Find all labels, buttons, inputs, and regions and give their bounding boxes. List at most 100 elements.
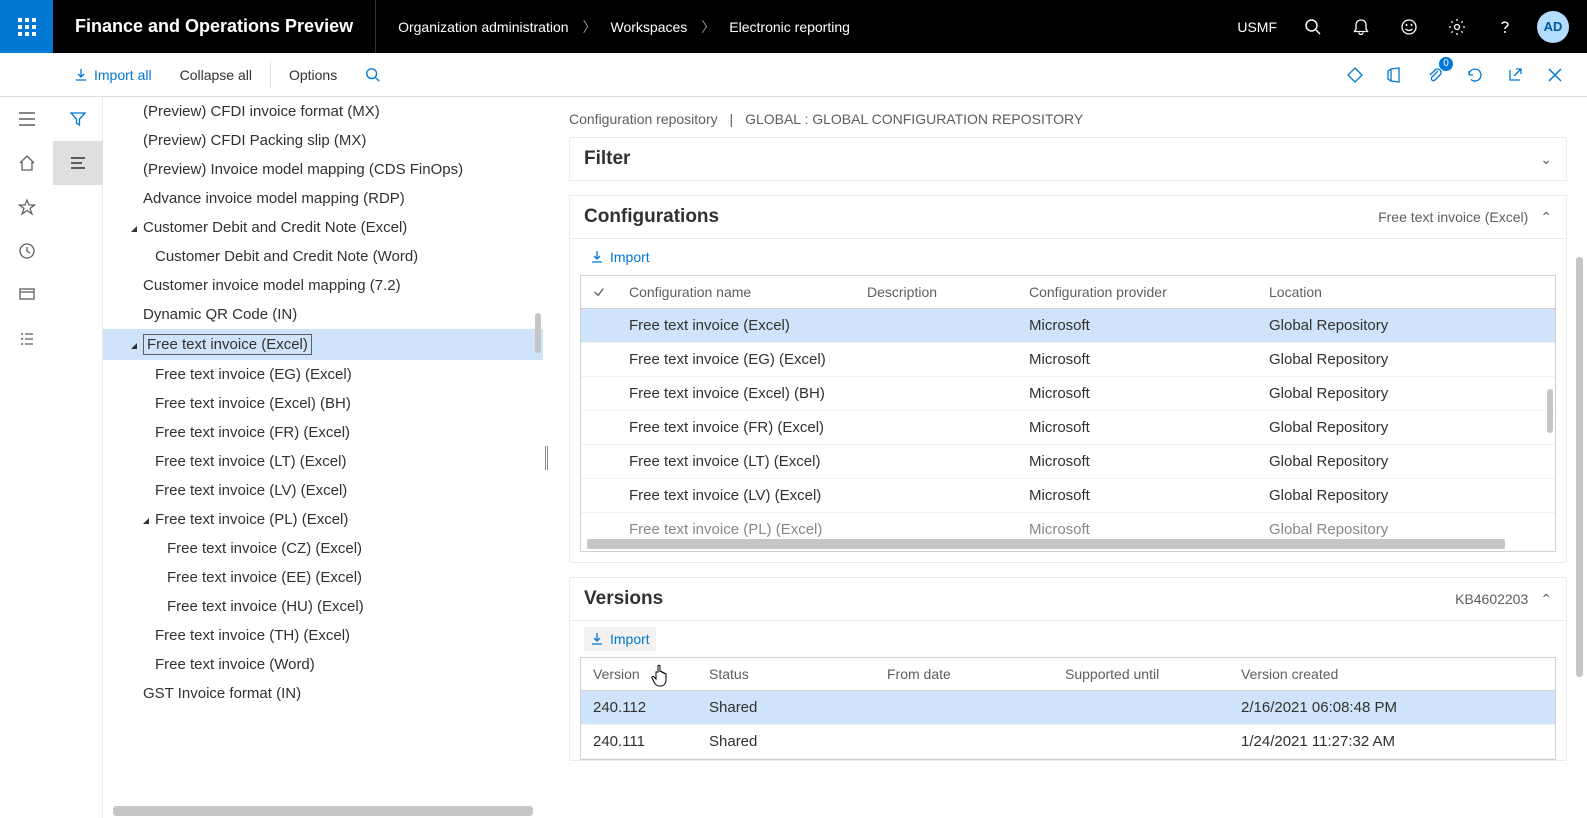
table-row[interactable]: Free text invoice (FR) (Excel)MicrosoftG… (581, 411, 1555, 445)
versions-panel-header[interactable]: Versions KB4602203 ⌃ (570, 578, 1566, 620)
nav-toggle[interactable] (0, 97, 53, 141)
breadcrumb-item[interactable]: Organization administration (398, 19, 568, 35)
attachments-button[interactable]: 0 (1415, 57, 1455, 93)
tree-item[interactable]: (Preview) CFDI Packing slip (MX) (103, 126, 543, 155)
recent-button[interactable] (0, 229, 53, 273)
separator: | (722, 111, 742, 127)
search-button[interactable] (351, 57, 395, 93)
tree-item[interactable]: Free text invoice (EG) (Excel) (103, 360, 543, 389)
user-avatar[interactable]: AD (1529, 0, 1577, 53)
table-row[interactable]: Free text invoice (Excel)MicrosoftGlobal… (581, 309, 1555, 343)
col-header-location[interactable]: Location (1257, 276, 1555, 308)
col-header-name[interactable]: Configuration name (617, 276, 855, 308)
tree-item-label: (Preview) CFDI Packing slip (MX) (143, 131, 366, 150)
table-row[interactable]: 240.112Shared2/16/2021 06:08:48 PM (581, 691, 1555, 725)
tree-item[interactable]: Advance invoice model mapping (RDP) (103, 184, 543, 213)
tree-item[interactable]: Free text invoice (HU) (Excel) (103, 592, 543, 621)
row-check[interactable] (581, 479, 617, 512)
cell-version: 240.112 (581, 691, 697, 724)
table-row[interactable]: 240.111Shared1/24/2021 11:27:32 AM (581, 725, 1555, 759)
col-header-supported[interactable]: Supported until (1053, 658, 1229, 690)
home-button[interactable] (0, 141, 53, 185)
scrollbar-thumb[interactable] (535, 313, 541, 353)
filter-icon (69, 110, 87, 128)
col-header-created[interactable]: Version created (1229, 658, 1555, 690)
notifications-button[interactable] (1337, 0, 1385, 53)
col-header-desc[interactable]: Description (855, 276, 1017, 308)
table-row[interactable]: Free text invoice (EG) (Excel)MicrosoftG… (581, 343, 1555, 377)
tree-item[interactable]: Dynamic QR Code (IN) (103, 300, 543, 329)
caret-down-icon[interactable] (125, 224, 143, 234)
close-button[interactable] (1535, 57, 1575, 93)
row-check[interactable] (581, 377, 617, 410)
collapse-all-label: Collapse all (180, 67, 252, 83)
options-button[interactable]: Options (275, 57, 351, 93)
configurations-panel-header[interactable]: Configurations Free text invoice (Excel)… (570, 196, 1566, 238)
cell-status: Shared (697, 691, 875, 724)
tree-item[interactable]: (Preview) CFDI invoice format (MX) (103, 97, 543, 126)
tree-item[interactable]: Free text invoice (FR) (Excel) (103, 418, 543, 447)
tree-item[interactable]: Free text invoice (Excel) (BH) (103, 389, 543, 418)
tree-item[interactable]: Customer invoice model mapping (7.2) (103, 271, 543, 300)
scrollbar-thumb[interactable] (587, 539, 1505, 549)
breadcrumb-item[interactable]: Workspaces (611, 19, 688, 35)
breadcrumb-item[interactable]: Electronic reporting (729, 19, 850, 35)
favorites-button[interactable] (0, 185, 53, 229)
tree-item[interactable]: Free text invoice (PL) (Excel) (103, 505, 543, 534)
tree-panel[interactable]: (Preview) CFDI invoice format (MX) (Previ… (103, 97, 543, 818)
search-button[interactable] (1289, 0, 1337, 53)
caret-down-icon[interactable] (137, 516, 155, 526)
filter-panel-header[interactable]: Filter ⌄ (570, 138, 1566, 180)
tree-item[interactable]: Free text invoice (EE) (Excel) (103, 563, 543, 592)
tree-item[interactable]: Free text invoice (Word) (103, 650, 543, 679)
list-tab[interactable] (53, 141, 103, 185)
filter-panel: Filter ⌄ (569, 137, 1567, 181)
select-all-checkbox[interactable] (581, 276, 617, 308)
tree-item-label: Free text invoice (PL) (Excel) (155, 510, 348, 529)
import-button[interactable]: Import (584, 627, 656, 651)
help-button[interactable] (1481, 0, 1529, 53)
table-row[interactable]: Free text invoice (LV) (Excel)MicrosoftG… (581, 479, 1555, 513)
table-row[interactable]: Free text invoice (PL) (Excel)MicrosoftG… (581, 513, 1555, 537)
row-check[interactable] (581, 411, 617, 444)
tree-item[interactable]: GST Invoice format (IN) (103, 679, 543, 708)
tree-item[interactable]: Free text invoice (Excel) (103, 329, 543, 360)
modules-button[interactable] (0, 317, 53, 361)
import-button[interactable]: Import (584, 245, 656, 269)
settings-button[interactable] (1433, 0, 1481, 53)
refresh-button[interactable] (1455, 57, 1495, 93)
scrollbar-thumb[interactable] (1547, 389, 1553, 433)
tree-item[interactable]: Free text invoice (TH) (Excel) (103, 621, 543, 650)
office-button[interactable] (1375, 57, 1415, 93)
workspaces-button[interactable] (0, 273, 53, 317)
row-check[interactable] (581, 309, 617, 342)
tree-item[interactable]: Free text invoice (LT) (Excel) (103, 447, 543, 476)
tree-item[interactable]: Free text invoice (CZ) (Excel) (103, 534, 543, 563)
tree-item[interactable]: Free text invoice (LV) (Excel) (103, 476, 543, 505)
row-check[interactable] (581, 343, 617, 376)
import-all-button[interactable]: Import all (60, 57, 166, 93)
scrollbar-thumb[interactable] (1576, 257, 1583, 677)
caret-down-icon[interactable] (125, 341, 143, 351)
table-row[interactable]: Free text invoice (Excel) (BH)MicrosoftG… (581, 377, 1555, 411)
row-check[interactable] (581, 445, 617, 478)
waffle-button[interactable] (0, 0, 53, 53)
col-header-status[interactable]: Status (697, 658, 875, 690)
feedback-button[interactable] (1385, 0, 1433, 53)
collapse-all-button[interactable]: Collapse all (166, 57, 266, 93)
filter-tab[interactable] (53, 97, 103, 141)
tree-item-label: Free text invoice (HU) (Excel) (167, 597, 364, 616)
tree-item-label: Free text invoice (LT) (Excel) (155, 452, 346, 471)
tree-item[interactable]: Customer Debit and Credit Note (Word) (103, 242, 543, 271)
tree-item[interactable]: Customer Debit and Credit Note (Excel) (103, 213, 543, 242)
col-header-version[interactable]: Version (581, 658, 697, 690)
tree-item[interactable]: (Preview) Invoice model mapping (CDS Fin… (103, 155, 543, 184)
company-picker[interactable]: USMF (1225, 0, 1289, 53)
popout-button[interactable] (1495, 57, 1535, 93)
col-header-provider[interactable]: Configuration provider (1017, 276, 1257, 308)
table-row[interactable]: Free text invoice (LT) (Excel)MicrosoftG… (581, 445, 1555, 479)
col-header-from[interactable]: From date (875, 658, 1053, 690)
related-button[interactable] (1335, 57, 1375, 93)
scrollbar-thumb[interactable] (113, 806, 533, 816)
row-check[interactable] (581, 513, 617, 537)
